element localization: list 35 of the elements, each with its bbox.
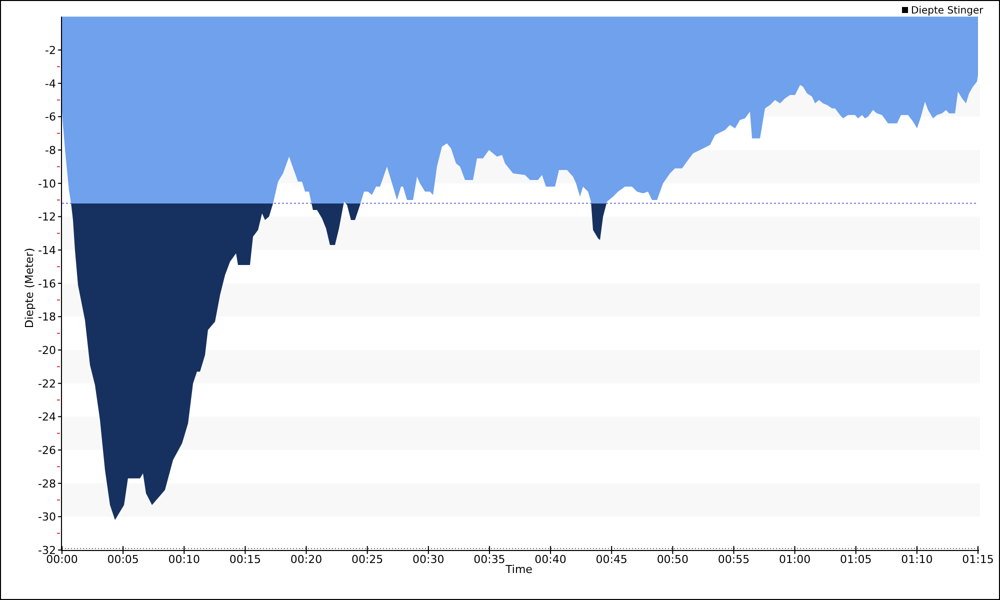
y-tick-label: -24	[38, 410, 56, 424]
y-tick-label: -14	[38, 244, 56, 257]
y-tick-label: -30	[38, 510, 56, 524]
x-tick-label: 00:40	[534, 553, 566, 566]
x-tick-label: 00:55	[718, 553, 750, 566]
y-tick-label: -6	[45, 110, 56, 124]
x-tick-label: 01:00	[778, 553, 811, 566]
x-axis-title: Time	[506, 563, 532, 576]
y-tick-label: -12	[38, 210, 56, 224]
x-tick-label: 00:15	[229, 553, 262, 566]
y-tick-label: -16	[38, 277, 56, 290]
x-tick-label: 00:20	[290, 553, 322, 566]
x-tick-label: 01:15	[962, 553, 994, 566]
x-tick-label: 00:10	[168, 553, 200, 566]
x-tick-label: 00:30	[412, 553, 444, 566]
x-tick-label: 00:25	[351, 553, 384, 566]
y-tick-label: -28	[38, 477, 56, 490]
x-tick-label: 01:10	[901, 553, 933, 566]
y-tick-label: -26	[38, 444, 56, 457]
y-tick-label: -10	[38, 177, 56, 190]
y-tick-label: -22	[38, 377, 56, 390]
x-tick-label: 00:50	[656, 553, 689, 566]
x-tick-label: 00:45	[596, 553, 628, 566]
y-tick-label: -18	[38, 310, 56, 324]
y-tick-label: -4	[45, 77, 56, 90]
legend-label: Diepte Stinger	[911, 6, 984, 16]
legend-marker-icon	[902, 7, 908, 13]
x-tick-label: 00:05	[107, 553, 139, 566]
x-tick-label: 00:35	[474, 553, 506, 566]
y-tick-label: -2	[45, 44, 56, 57]
y-axis-title: Diepte (Meter)	[23, 248, 36, 328]
x-tick-label: 00:00	[46, 553, 78, 566]
y-tick-label: -20	[38, 344, 56, 357]
x-tick-label: 01:05	[840, 553, 872, 566]
y-tick-label: -8	[45, 144, 56, 157]
